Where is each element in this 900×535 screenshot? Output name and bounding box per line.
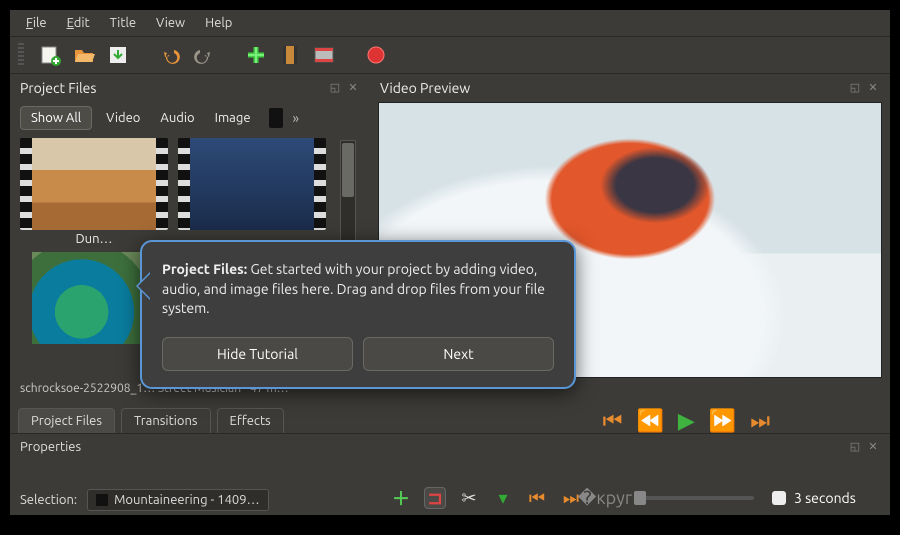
record-icon[interactable] — [364, 43, 388, 67]
tutorial-popup: Project Files: Get started with your pro… — [140, 240, 576, 389]
timecode-toggle[interactable] — [772, 491, 786, 505]
razor-icon[interactable]: ✂ — [458, 487, 480, 509]
panel-detach-icon[interactable]: ◱ — [328, 81, 342, 95]
prev-marker-icon[interactable]: ⏮ — [526, 487, 548, 509]
screen-layout-icon[interactable] — [312, 43, 336, 67]
timeline-toolbar: ＋ ⊐ ✂ ▾ ⏮ ⏭ �круг 3 seconds — [390, 487, 880, 509]
main-toolbar — [10, 37, 890, 74]
selection-row: Selection: Mountaineering - 1409… — [20, 489, 269, 511]
toolbar-grip-icon — [18, 43, 24, 67]
panel-detach-icon[interactable]: ◱ — [848, 81, 862, 95]
filter-more-icon[interactable]: » — [293, 110, 300, 126]
center-playhead-icon[interactable]: �круг — [594, 487, 616, 509]
tab-project-files[interactable]: Project Files — [18, 408, 115, 433]
new-project-icon[interactable] — [38, 43, 62, 67]
marker-add-icon[interactable]: ▾ — [492, 487, 514, 509]
filter-show-all-button[interactable]: Show All — [20, 106, 92, 130]
video-preview-title: Video Preview — [380, 80, 470, 96]
filter-image-tab[interactable]: Image — [209, 107, 257, 129]
menu-help[interactable]: Help — [197, 14, 240, 32]
panel-close-icon[interactable]: ✕ — [346, 81, 360, 95]
clip-thumb-flute[interactable] — [178, 138, 326, 246]
project-files-title: Project Files — [20, 80, 96, 96]
jump-end-icon[interactable]: ⏭ — [750, 408, 770, 434]
selection-value: Mountaineering - 1409… — [114, 493, 259, 507]
tutorial-heading: Project Files: — [162, 261, 247, 277]
open-project-icon[interactable] — [72, 43, 96, 67]
properties-header: Properties ◱ ✕ — [10, 433, 890, 456]
menu-edit[interactable]: Edit — [59, 14, 98, 32]
selection-label: Selection: — [20, 493, 77, 507]
timecode-label: 3 seconds — [794, 490, 856, 506]
panel-close-icon[interactable]: ✕ — [866, 440, 880, 454]
save-project-icon[interactable] — [106, 43, 130, 67]
menu-title[interactable]: Title — [102, 14, 144, 32]
undo-icon[interactable] — [158, 43, 182, 67]
add-track-icon[interactable]: ＋ — [390, 487, 412, 509]
tab-transitions[interactable]: Transitions — [121, 408, 211, 433]
tutorial-next-button[interactable]: Next — [363, 337, 554, 371]
properties-title: Properties — [20, 440, 81, 454]
filter-divider-icon — [269, 108, 283, 128]
snap-icon[interactable]: ⊐ — [424, 487, 446, 509]
playback-transport: ⏮ ⏪ ▶ ⏩ ⏭ — [603, 408, 770, 434]
menu-bar: File Edit Title View Help — [10, 10, 890, 37]
menu-file[interactable]: File — [18, 14, 55, 32]
panel-close-icon[interactable]: ✕ — [866, 81, 880, 95]
panel-detach-icon[interactable]: ◱ — [848, 440, 862, 454]
clip-thumb-dune[interactable]: Dun… — [20, 138, 168, 246]
filter-audio-tab[interactable]: Audio — [154, 107, 200, 129]
jump-start-icon[interactable]: ⏮ — [603, 408, 623, 434]
hide-tutorial-button[interactable]: Hide Tutorial — [162, 337, 353, 371]
rewind-icon[interactable]: ⏪ — [636, 408, 663, 434]
play-icon[interactable]: ▶ — [678, 408, 695, 434]
film-strip-icon[interactable] — [278, 43, 302, 67]
zoom-slider[interactable] — [634, 496, 754, 500]
selection-combo[interactable]: Mountaineering - 1409… — [87, 489, 268, 511]
fast-forward-icon[interactable]: ⏩ — [709, 408, 736, 434]
filter-video-tab[interactable]: Video — [100, 107, 146, 129]
redo-icon[interactable] — [192, 43, 216, 67]
import-files-icon[interactable] — [244, 43, 268, 67]
menu-view[interactable]: View — [148, 14, 193, 32]
tab-effects[interactable]: Effects — [217, 408, 284, 433]
selection-swatch-icon — [96, 494, 108, 506]
project-filter-row: Show All Video Audio Image » — [10, 102, 370, 138]
